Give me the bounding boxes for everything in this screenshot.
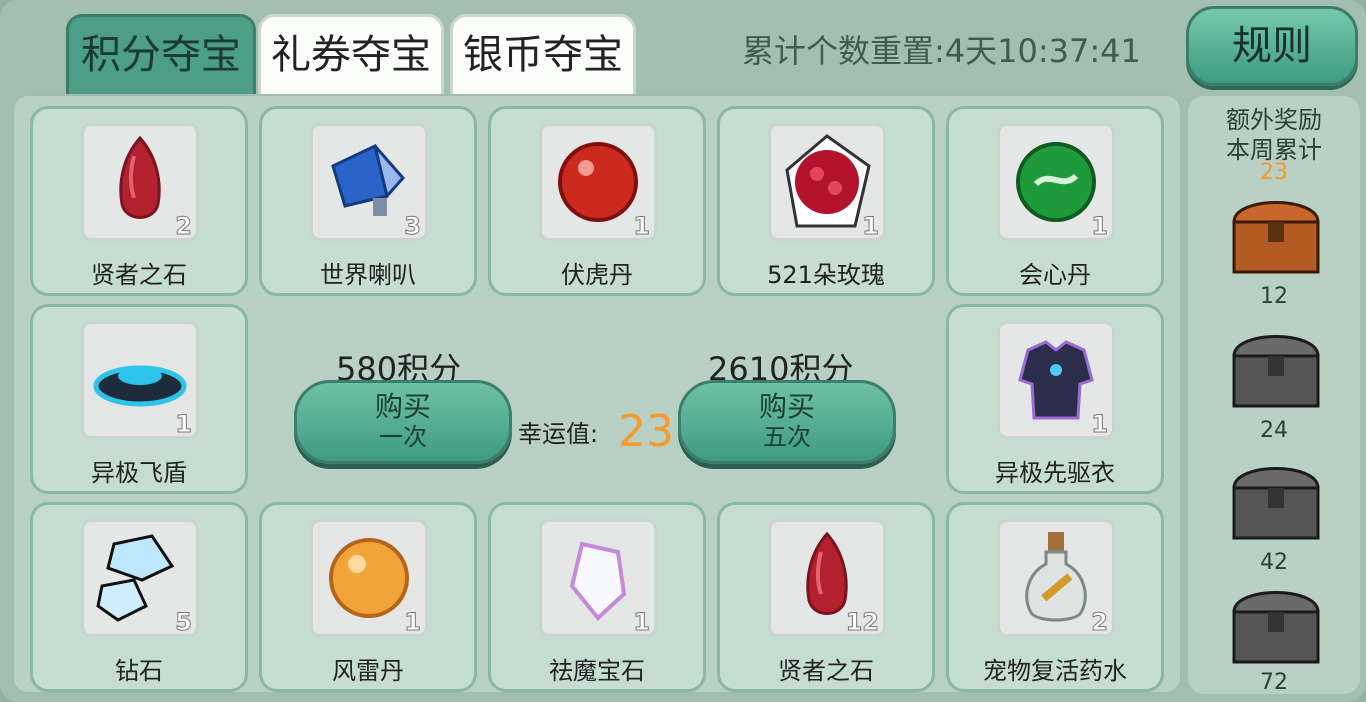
item-name: 会心丹: [1019, 261, 1091, 289]
chest-threshold: 24: [1260, 418, 1288, 443]
silver-chest-icon[interactable]: [1228, 454, 1324, 546]
item-name: 宠物复活药水: [983, 657, 1127, 685]
prize-cell[interactable]: 1 异极先驱衣: [946, 304, 1164, 494]
item-quantity: 1: [1091, 410, 1109, 438]
buy-five-count: 五次: [763, 423, 811, 451]
luck-label: 幸运值:: [518, 420, 599, 448]
chest-threshold: 42: [1260, 550, 1288, 575]
tab-coupon-lottery[interactable]: 礼券夺宝: [258, 14, 444, 96]
red-gem-icon: 12: [768, 519, 886, 637]
white-crystal-icon: 1: [539, 519, 657, 637]
green-orb-icon: 1: [997, 123, 1115, 241]
item-name: 贤者之石: [91, 261, 187, 289]
flying-disc-icon: 1: [81, 321, 199, 439]
red-gem-icon: 2: [81, 123, 199, 241]
item-quantity: 3: [404, 212, 422, 240]
prize-cell[interactable]: 1 祛魔宝石: [488, 502, 706, 692]
armor-icon: 1: [997, 321, 1115, 439]
prize-cell[interactable]: 1 风雷丹: [259, 502, 477, 692]
prize-cell[interactable]: 1 异极飞盾: [30, 304, 248, 494]
item-quantity: 1: [862, 212, 880, 240]
red-pill-icon: 1: [539, 123, 657, 241]
item-name: 贤者之石: [778, 657, 874, 685]
rules-button[interactable]: 规则: [1186, 6, 1358, 86]
prize-cell[interactable]: 2 贤者之石: [30, 106, 248, 296]
buy-once-button[interactable]: 购买 一次: [294, 380, 512, 464]
prize-cell[interactable]: 5 钻石: [30, 502, 248, 692]
prize-panel: 2 贤者之石 3 世界喇叭 1 伏虎丹 1 521朵玫瑰 1 会心丹 1 异极飞…: [12, 94, 1182, 694]
item-quantity: 1: [175, 410, 193, 438]
reset-timer: 累计个数重置:4天10:37:41: [742, 32, 1141, 70]
item-name: 钻石: [115, 657, 163, 685]
item-quantity: 1: [1091, 212, 1109, 240]
prize-cell[interactable]: 2 宠物复活药水: [946, 502, 1164, 692]
item-name: 伏虎丹: [561, 261, 633, 289]
item-name: 异极飞盾: [91, 459, 187, 487]
item-name: 风雷丹: [332, 657, 404, 685]
buy-once-count: 一次: [379, 423, 427, 451]
extra-rewards-panel: 额外奖励 本周累计 23 12 24 42 72: [1188, 96, 1360, 695]
silver-chest-icon[interactable]: [1228, 578, 1324, 670]
tab-points-lottery[interactable]: 积分夺宝: [66, 14, 256, 96]
diamond-icon: 5: [81, 519, 199, 637]
luck-value: 23: [618, 406, 674, 457]
item-name: 异极先驱衣: [995, 459, 1115, 487]
bronze-chest-icon[interactable]: [1228, 188, 1324, 280]
chest-threshold: 12: [1260, 284, 1288, 309]
buy-once-label: 购买: [374, 390, 431, 423]
rose-bouquet-icon: 1: [768, 123, 886, 241]
prize-cell[interactable]: 1 会心丹: [946, 106, 1164, 296]
item-name: 祛魔宝石: [549, 657, 645, 685]
prize-cell[interactable]: 1 521朵玫瑰: [717, 106, 935, 296]
game-window: 积分夺宝 礼券夺宝 银币夺宝 累计个数重置:4天10:37:41 规则 2 贤者…: [0, 0, 1366, 702]
chest-threshold: 72: [1260, 670, 1288, 695]
megaphone-icon: 3: [310, 123, 428, 241]
item-quantity: 1: [404, 608, 422, 636]
prize-cell[interactable]: 1 伏虎丹: [488, 106, 706, 296]
item-quantity: 2: [175, 212, 193, 240]
buy-five-button[interactable]: 购买 五次: [678, 380, 896, 464]
item-quantity: 12: [845, 608, 879, 636]
item-name: 世界喇叭: [320, 261, 416, 289]
item-quantity: 5: [175, 608, 193, 636]
potion-icon: 2: [997, 519, 1115, 637]
tab-silver-lottery[interactable]: 银币夺宝: [450, 14, 636, 96]
silver-chest-icon[interactable]: [1228, 322, 1324, 414]
item-quantity: 1: [633, 608, 651, 636]
prize-cell[interactable]: 12 贤者之石: [717, 502, 935, 692]
buy-five-label: 购买: [758, 390, 815, 423]
item-name: 521朵玫瑰: [767, 261, 885, 289]
orange-orb-icon: 1: [310, 519, 428, 637]
item-quantity: 1: [633, 212, 651, 240]
prize-cell[interactable]: 3 世界喇叭: [259, 106, 477, 296]
weekly-total-count: 23: [1260, 160, 1288, 185]
item-quantity: 2: [1091, 608, 1109, 636]
